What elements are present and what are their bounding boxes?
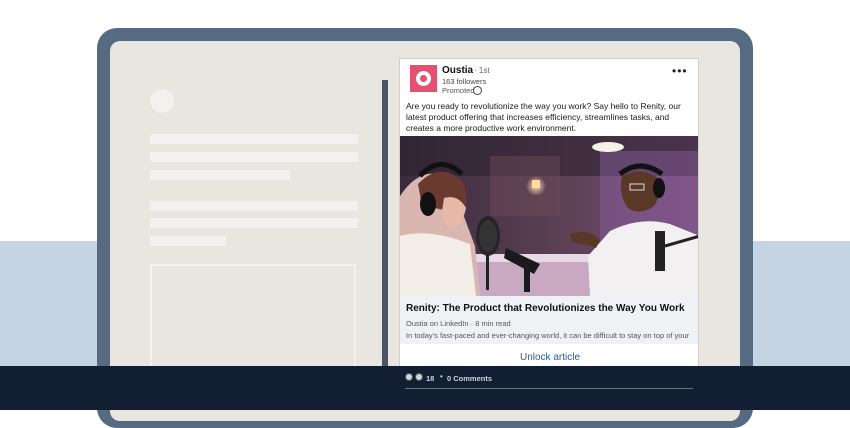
unlock-article-button[interactable]: Unlock article [400,352,698,363]
skeleton-line [150,236,226,246]
follower-count: 163 followers [442,77,487,86]
card-shadow [382,80,388,380]
post-body-text: Are you ready to revolutionize the way y… [406,101,681,133]
globe-icon [473,86,482,95]
article-source: Oustia on LinkedIn · 8 min read [406,319,511,328]
more-options-icon[interactable]: ••• [672,64,688,78]
article-title[interactable]: Renity: The Product that Revolutionizes … [406,303,685,314]
skeleton-line [150,134,358,144]
skeleton-line [150,218,358,228]
article-preview[interactable]: Renity: The Product that Revolutionizes … [400,296,698,344]
like-reaction-icon [405,373,413,381]
divider [405,388,693,389]
reaction-count[interactable]: 18 [426,374,434,383]
logo-ring-icon [416,71,431,86]
skeleton-line [150,170,290,180]
separator-dot: • [440,372,443,381]
reaction-bar: 18 • 0 Comments [399,368,699,398]
post-image[interactable] [400,136,698,296]
comments-count[interactable]: 0 Comments [447,374,492,383]
podcast-photo [400,136,698,296]
skeleton-line [150,152,358,162]
sponsored-post-card: Oustia · 1st 163 followers Promoted ••• … [399,58,699,398]
celebrate-reaction-icon [415,373,423,381]
article-excerpt: In today's fast-paced and ever-changing … [406,331,690,340]
company-logo[interactable] [410,65,437,92]
skeleton-line [150,201,358,211]
promoted-label: Promoted [442,86,475,95]
author-name[interactable]: Oustia [442,65,473,76]
connection-degree: · 1st [474,66,490,75]
skeleton-avatar [150,89,174,113]
